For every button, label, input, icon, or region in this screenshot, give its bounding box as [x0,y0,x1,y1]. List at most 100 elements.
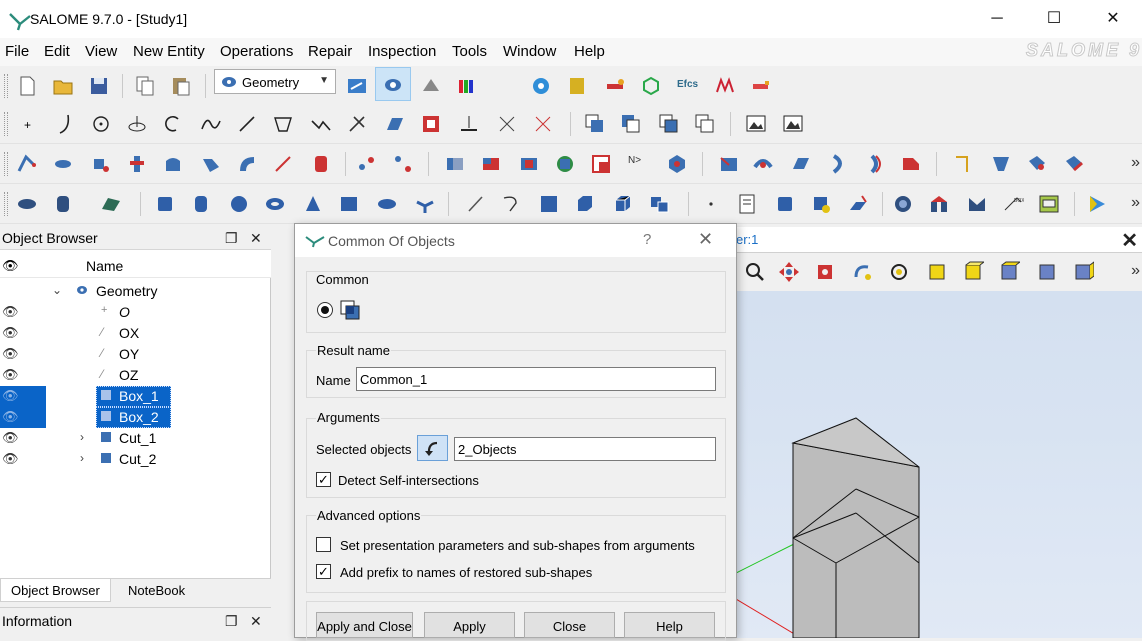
rotation-point-icon[interactable] [888,261,910,283]
fillet-icon[interactable] [718,153,740,175]
eye-icon[interactable]: 👁 [2,367,19,383]
tree-item[interactable]: 👁 › Cut_2 [0,449,271,470]
result-name-input[interactable]: Common_1 [356,367,716,391]
circle-icon[interactable] [90,113,112,135]
extrusion-icon[interactable] [16,153,38,175]
view-bottom-icon[interactable] [1072,261,1094,283]
select-objects-button[interactable] [417,435,448,461]
union-groups-icon[interactable] [810,193,832,215]
view-front-icon[interactable] [962,261,984,283]
sketcher-icon[interactable] [346,113,368,135]
help-button[interactable]: Help [624,612,715,638]
face-restriction-icon[interactable] [900,153,922,175]
paste-icon[interactable] [170,75,192,97]
tree-item-selected[interactable]: 👁 Box_1 [0,386,271,407]
chevron-right-icon[interactable]: › [80,451,84,465]
detect-self-intersections-checkbox[interactable]: ✓ [316,472,331,487]
group-point-icon[interactable] [700,193,722,215]
homard-module-icon[interactable] [750,75,772,97]
point-icon[interactable]: + [16,113,38,135]
add-prefix-checkbox[interactable]: ✓ [316,564,331,579]
glue-faces-icon[interactable] [1026,153,1048,175]
float-panel-icon[interactable]: ❐ [225,613,238,630]
edit-group-icon[interactable] [774,193,796,215]
common-type-radio[interactable] [317,302,333,318]
shaper-module-icon[interactable] [640,75,662,97]
build-face-icon[interactable] [538,193,560,215]
float-panel-icon[interactable]: ❐ [225,230,238,247]
new-document-icon[interactable] [16,75,38,97]
transfer-data-icon[interactable]: N> [628,155,641,166]
plane-icon[interactable] [126,113,148,135]
object-browser-column-header[interactable]: 👁 Name [0,250,271,278]
dialog-title-bar[interactable]: Common Of Objects ? ✕ [295,224,736,257]
revolution-icon[interactable] [52,153,74,175]
axes-icon[interactable] [532,113,554,135]
build-shell-icon[interactable] [574,193,596,215]
menu-repair[interactable]: Repair [308,43,352,60]
view-back-icon[interactable] [620,113,642,135]
toolbar-overflow-button[interactable]: » [1131,194,1140,212]
local-cs-icon[interactable] [420,113,442,135]
view-front-icon[interactable] [584,113,606,135]
t-shape-icon[interactable] [414,193,436,215]
plate-icon[interactable] [100,193,122,215]
spline-icon[interactable] [200,113,222,135]
chevron-right-icon[interactable]: › [80,430,84,444]
toolbar-grip[interactable] [4,74,8,98]
create-group-icon[interactable] [736,193,758,215]
eye-icon[interactable]: 👁 [2,430,19,446]
minimize-button[interactable]: ─ [974,8,1020,32]
toolbar-grip[interactable] [4,192,8,216]
eye-icon[interactable]: 👁 [2,388,19,404]
common-shape-model[interactable] [791,417,920,638]
import-shape-icon[interactable] [966,193,988,215]
edge-on-face-icon[interactable] [272,153,294,175]
menu-new-entity[interactable]: New Entity [133,43,205,60]
check-shape-icon[interactable] [892,193,914,215]
close-panel-icon[interactable]: ✕ [250,230,262,247]
arc-icon[interactable] [162,113,184,135]
points-on-face-icon[interactable] [356,153,378,175]
run-script-icon[interactable] [1086,193,1108,215]
3d-viewport[interactable] [736,291,1142,638]
eye-icon[interactable]: 👁 [2,325,19,341]
ellipse-icon[interactable] [272,113,294,135]
torus-icon[interactable] [264,193,286,215]
disk-face-icon[interactable] [376,193,398,215]
pipe-path-icon[interactable] [200,153,222,175]
box-icon[interactable] [154,193,176,215]
eye-icon[interactable]: 👁 [2,304,19,320]
points-cloud-icon[interactable] [392,153,414,175]
menu-operations[interactable]: Operations [220,43,293,60]
maximize-button[interactable]: ☐ [1031,8,1077,32]
partition-icon[interactable] [590,153,612,175]
ruled-surface-icon[interactable] [864,153,886,175]
measure-icon[interactable] [848,193,870,215]
smesh-module-icon[interactable] [420,75,442,97]
sphere-icon[interactable] [228,193,250,215]
eye-icon[interactable]: 👁 [2,451,19,467]
chevron-down-icon[interactable]: ⌄ [52,283,62,297]
view-bottom-icon[interactable] [694,113,716,135]
shell-icon[interactable] [790,153,812,175]
copy-icon[interactable] [134,75,156,97]
view-top-icon[interactable] [658,113,680,135]
filling-icon[interactable] [90,153,112,175]
menu-edit[interactable]: Edit [44,43,70,60]
close-viewer-icon[interactable]: ✕ [1121,228,1138,253]
eye-icon[interactable]: 👁 [2,409,19,425]
tab-notebook[interactable]: NoteBook [118,579,195,602]
view-back-icon[interactable] [998,261,1020,283]
fuse-icon[interactable] [444,153,466,175]
geometry-module-button[interactable] [375,67,411,101]
hydro-module-icon[interactable] [714,75,736,97]
pipe-icon[interactable] [126,153,148,175]
view-iso-icon[interactable] [926,261,948,283]
tree-item-geometry[interactable]: ⌄ Geometry [0,281,271,302]
rectangle-icon[interactable] [338,193,360,215]
menu-view[interactable]: View [85,43,117,60]
eye-icon[interactable]: 👁 [2,346,19,362]
wire-icon[interactable] [500,193,522,215]
tree-item[interactable]: 👁 › Cut_1 [0,428,271,449]
